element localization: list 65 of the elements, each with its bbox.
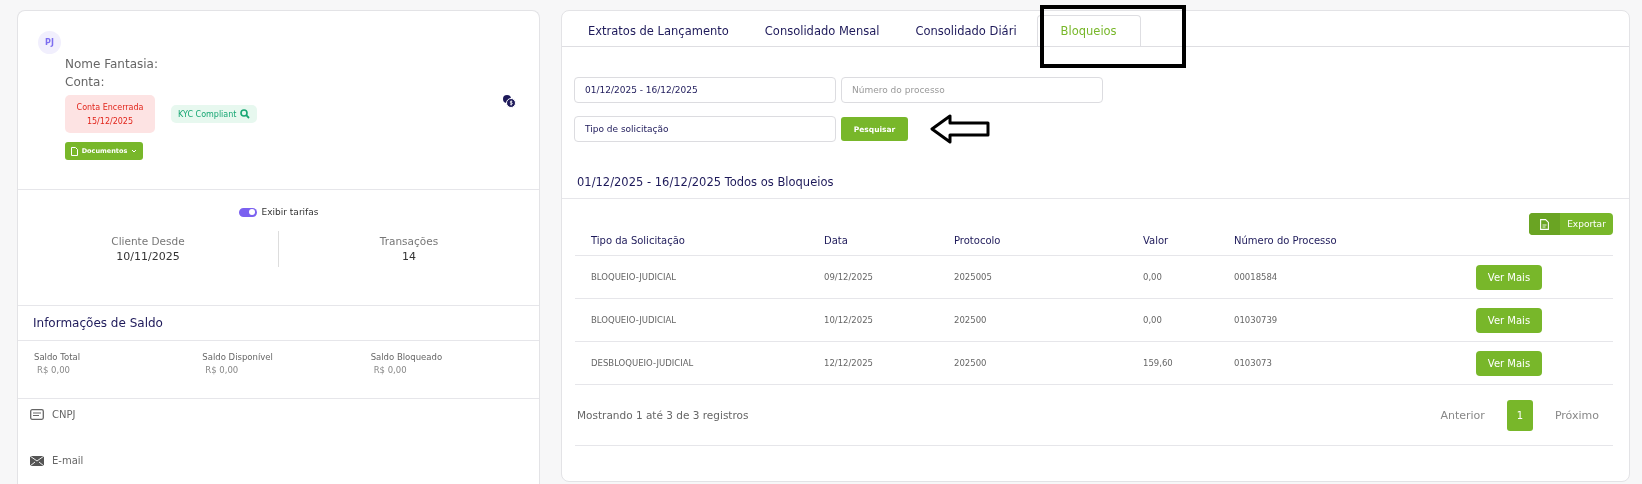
profile-field-label: Conta: (65, 74, 106, 91)
envelope-icon (30, 455, 44, 466)
request-type-select[interactable]: Tipo de solicitação (574, 116, 836, 142)
balance-label: Saldo Disponível (202, 352, 274, 362)
table-cell-text: 202500 (954, 315, 988, 325)
tab[interactable]: Consolidado Diári (899, 15, 1033, 46)
column-header: Tipo da Solicitação (591, 235, 686, 246)
status-date: 15/12/2025 (86, 116, 134, 126)
stat-value: 14 (402, 250, 416, 263)
table-cell-text: 01030739 (1234, 315, 1279, 325)
balance-label: Saldo Total (34, 352, 82, 362)
section-title: Informações de Saldo (18, 306, 539, 341)
balance-label: Saldo Bloqueado (370, 352, 444, 362)
stat-label: Cliente Desde (111, 235, 185, 247)
results-title: 01/12/2025 - 16/12/2025 Todos os Bloqueios (562, 175, 1629, 199)
column-header: Número do Processo (1234, 235, 1338, 246)
view-more-button[interactable]: Ver Mais (1476, 350, 1542, 376)
records-summary: Mostrando 1 até 3 de 3 registros (576, 409, 749, 421)
view-more-button[interactable]: Ver Mais (1476, 264, 1542, 290)
table-cell-text: 0103073 (1234, 358, 1273, 368)
balance-value: R$ 0,00 (36, 365, 71, 375)
next-page-link[interactable]: Próximo (1554, 408, 1599, 422)
process-number-field[interactable]: Número do processo (841, 77, 1103, 103)
document-icon (1540, 218, 1549, 230)
table-cell-text: 159,60 (1143, 358, 1174, 368)
table-cell-text: 0,00 (1143, 315, 1163, 325)
page-button[interactable]: 1 (1506, 399, 1533, 431)
table-cell-text: 09/12/2025 (824, 272, 874, 282)
column-header: Data (824, 235, 849, 246)
stat-label: Transações (379, 235, 439, 247)
status-label: Conta Encerrada (76, 102, 144, 112)
export-button[interactable]: Exportar (1529, 213, 1613, 235)
column-header: Protocolo (954, 235, 1002, 246)
table-cell-text: 10/12/2025 (824, 315, 874, 325)
balance-value: R$ 0,00 (204, 365, 240, 375)
table-cell-text: 0,00 (1143, 272, 1163, 282)
avatar: PJ (38, 31, 61, 54)
contact-label: E-mail (52, 455, 84, 466)
chevron-down-icon (131, 149, 138, 153)
profile-field-label: Nome Fantasia: (65, 56, 159, 73)
table-cell-text: DESBLOQUEIO-JUDICIAL (591, 358, 695, 368)
arrow-drawing (930, 114, 990, 144)
previous-page-link[interactable]: Anterior (1440, 408, 1485, 422)
balance-value: R$ 0,00 (372, 365, 408, 375)
view-more-button[interactable]: Ver Mais (1476, 307, 1542, 333)
table-cell-text: 00018584 (1234, 272, 1279, 282)
table-cell-text: 12/12/2025 (824, 358, 874, 368)
kyc-badge: KYC Compliant (171, 105, 258, 123)
tab[interactable]: Bloqueios (1036, 15, 1141, 46)
tab[interactable]: Extratos de Lançamento (572, 15, 745, 46)
table-cell-text: 202500 (954, 358, 988, 368)
table-cell-text: 2025005 (954, 272, 993, 282)
coins-icon[interactable] (502, 94, 516, 108)
date-range-field[interactable]: 01/12/2025 - 16/12/2025 (574, 77, 836, 103)
fee-toggle[interactable] (238, 207, 257, 217)
toggle-label: Exibir tarifas (261, 207, 319, 217)
table-cell-text: BLOQUEIO-JUDICIAL (591, 315, 677, 325)
card-icon (30, 409, 44, 420)
stat-value: 10/11/2025 (116, 250, 180, 263)
contact-label: CNPJ (52, 409, 76, 420)
document-icon (70, 146, 78, 156)
column-header: Valor (1143, 235, 1170, 246)
table-cell-text: BLOQUEIO-JUDICIAL (591, 272, 677, 282)
search-icon (240, 109, 251, 119)
tab[interactable]: Consolidado Mensal (748, 15, 896, 46)
